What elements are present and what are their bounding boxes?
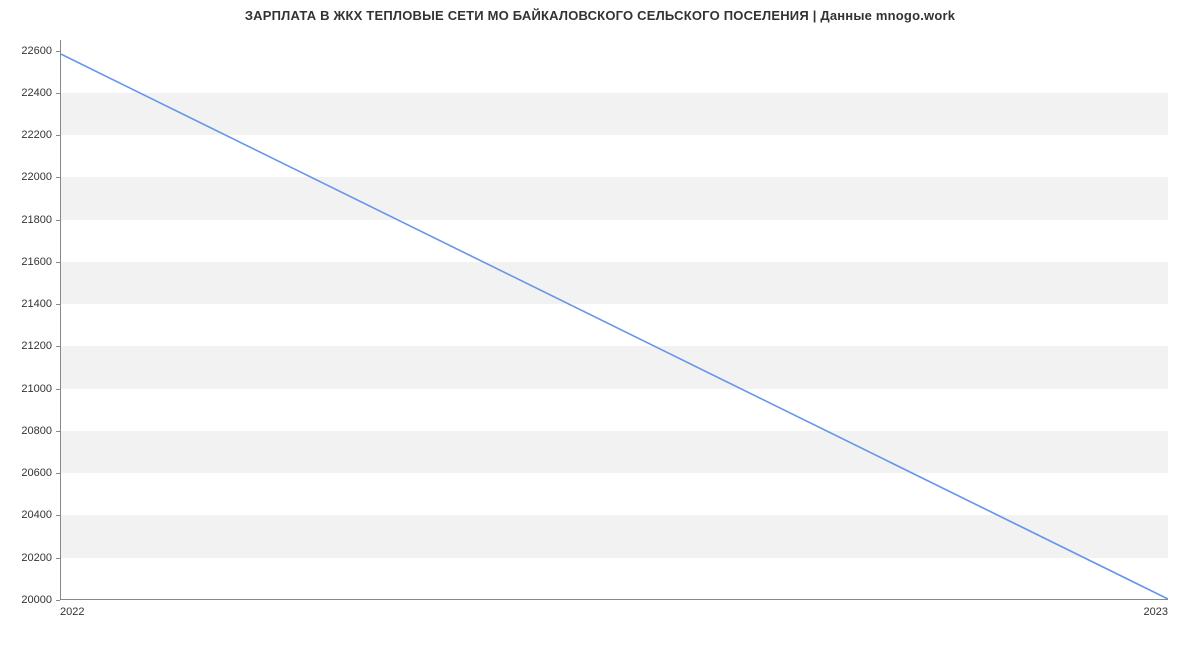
chart-title: ЗАРПЛАТА В ЖКХ ТЕПЛОВЫЕ СЕТИ МО БАЙКАЛОВ… [0,8,1200,23]
y-tick-label: 21000 [21,383,52,395]
y-tick-label: 20000 [21,594,52,606]
y-tick-label: 20800 [21,425,52,437]
y-tick-mark [56,515,60,516]
y-tick-label: 21600 [21,256,52,268]
chart-container: ЗАРПЛАТА В ЖКХ ТЕПЛОВЫЕ СЕТИ МО БАЙКАЛОВ… [0,0,1200,650]
x-tick-label: 2023 [1144,606,1168,618]
y-tick-label: 22000 [21,171,52,183]
y-tick-label: 22400 [21,87,52,99]
y-tick-label: 22600 [21,45,52,57]
y-tick-label: 21400 [21,298,52,310]
y-tick-mark [56,51,60,52]
y-tick-mark [56,600,60,601]
plot-area [60,40,1168,600]
x-tick-label: 2022 [60,606,84,618]
y-tick-mark [56,389,60,390]
x-axis-ticks: 2022 2023 [60,602,1168,632]
y-tick-mark [56,558,60,559]
y-tick-mark [56,346,60,347]
y-tick-label: 20600 [21,467,52,479]
y-tick-mark [56,304,60,305]
series-line [61,54,1168,599]
y-tick-label: 21800 [21,214,52,226]
y-tick-mark [56,262,60,263]
y-tick-label: 21200 [21,340,52,352]
y-tick-mark [56,431,60,432]
y-tick-mark [56,93,60,94]
y-tick-mark [56,220,60,221]
line-series [61,40,1168,599]
y-tick-mark [56,177,60,178]
y-tick-label: 20200 [21,552,52,564]
y-tick-mark [56,473,60,474]
y-tick-label: 20400 [21,509,52,521]
y-axis-ticks: 2000020200204002060020800210002120021400… [0,40,56,600]
y-tick-mark [56,135,60,136]
y-tick-label: 22200 [21,129,52,141]
